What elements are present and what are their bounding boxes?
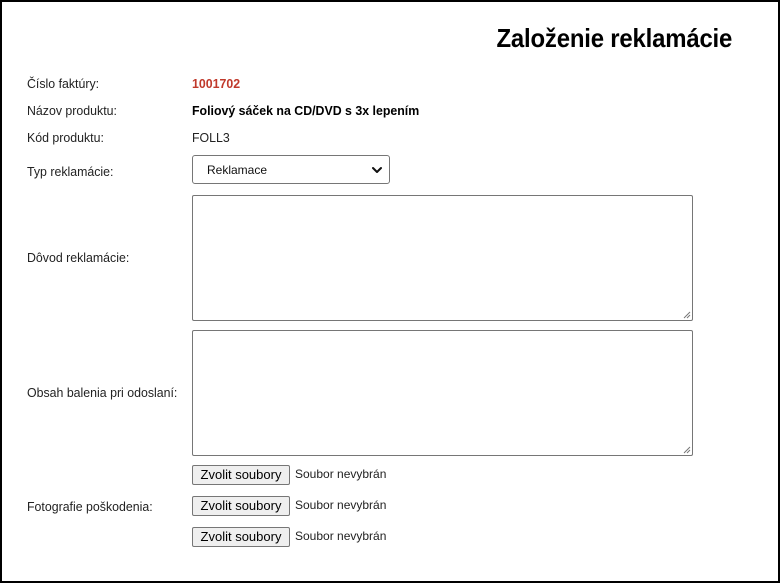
chevron-down-icon <box>372 167 382 173</box>
product-code-label: Kód produktu: <box>27 130 104 145</box>
file-status-text: Soubor nevybrán <box>295 467 387 481</box>
file-status-text: Soubor nevybrán <box>295 498 387 512</box>
complaint-reason-textarea[interactable] <box>192 195 693 321</box>
choose-files-button[interactable]: Zvolit soubory <box>192 496 290 516</box>
package-contents-textarea[interactable] <box>192 330 693 456</box>
package-contents-label: Obsah balenia pri odoslaní: <box>27 385 178 400</box>
invoice-number-value: 1001702 <box>192 76 241 91</box>
file-status-text: Soubor nevybrán <box>295 529 387 543</box>
complaint-type-selected-value: Reklamace <box>207 163 268 177</box>
resize-grip-icon[interactable] <box>682 310 691 319</box>
complaint-form-frame: Založenie reklamácie Číslo faktúry: 1001… <box>0 0 780 583</box>
resize-grip-icon[interactable] <box>682 445 691 454</box>
choose-files-button[interactable]: Zvolit soubory <box>192 465 290 485</box>
complaint-reason-label: Dôvod reklamácie: <box>27 250 130 265</box>
choose-files-button[interactable]: Zvolit soubory <box>192 527 290 547</box>
complaint-type-label: Typ reklamácie: <box>27 164 114 179</box>
product-name-value: Foliový sáček na CD/DVD s 3x lepením <box>192 103 420 118</box>
product-name-label: Názov produktu: <box>27 103 117 118</box>
page-title: Založenie reklamácie <box>496 23 732 53</box>
product-code-value: FOLL3 <box>192 130 230 145</box>
damage-photos-label: Fotografie poškodenia: <box>27 499 153 514</box>
complaint-type-select[interactable]: Reklamace <box>192 155 390 184</box>
invoice-number-label: Číslo faktúry: <box>27 76 100 91</box>
